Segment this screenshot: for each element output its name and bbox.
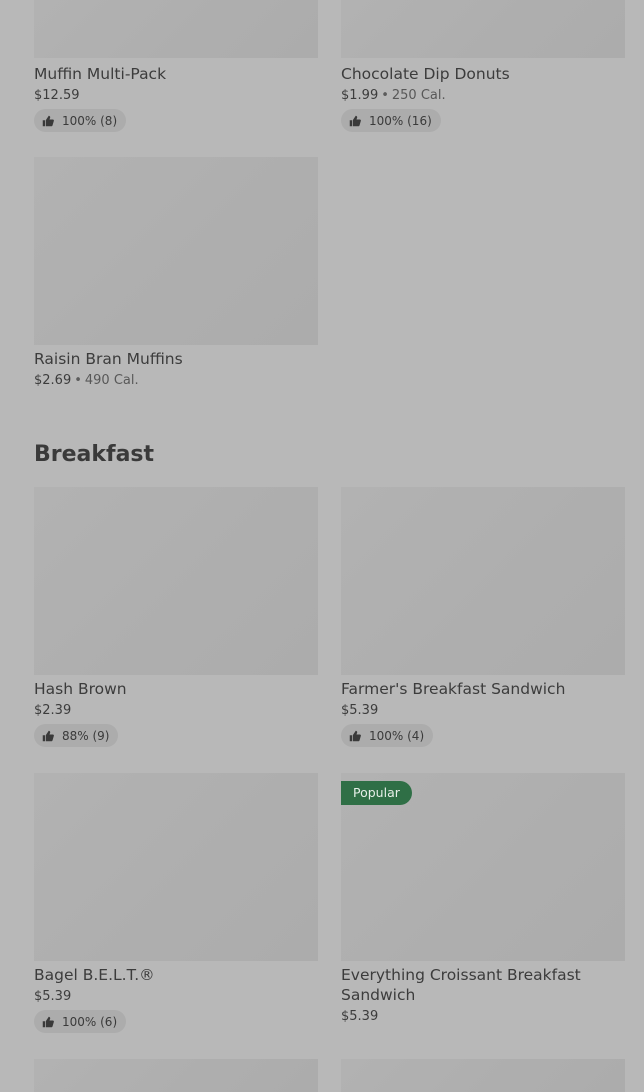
menu-item-card[interactable]: Muffin Multi-Pack $12.59 100% (8) <box>34 0 318 132</box>
item-price-line: $2.69 • 490 Cal. <box>34 372 318 390</box>
item-price: $2.39 <box>34 703 72 718</box>
separator-dot: • <box>74 373 82 388</box>
menu-item-card[interactable] <box>34 1059 318 1092</box>
menu-item-card[interactable]: Popular Everything Croissant Breakfast S… <box>341 773 625 1026</box>
item-image[interactable] <box>34 487 318 675</box>
rating-text: 88% (9) <box>62 728 110 743</box>
menu-item-card[interactable]: Chocolate Dip Donuts $1.99 • 250 Cal. 100%… <box>341 0 625 132</box>
item-name: Bagel B.E.L.T.® <box>34 966 155 984</box>
item-price-line: $12.59 <box>34 87 318 105</box>
thumbs-up-icon <box>349 730 361 741</box>
item-name: Chocolate Dip Donuts <box>341 65 510 83</box>
menu-item-card[interactable]: Bagel B.E.L.T.® $5.39 100% (6) <box>34 773 318 1033</box>
item-price-line: $5.39 <box>34 988 318 1006</box>
rating-text: 100% (6) <box>62 1014 118 1029</box>
item-name: Raisin Bran Muffins <box>34 350 183 368</box>
item-image[interactable] <box>341 487 625 675</box>
section-title-breakfast: Breakfast <box>34 442 155 467</box>
rating-badge: 100% (16) <box>341 109 441 132</box>
rating-badge: 88% (9) <box>34 724 119 747</box>
item-price-line: $2.39 <box>34 702 318 720</box>
item-name: Hash Brown <box>34 680 127 698</box>
item-image[interactable]: Popular <box>341 773 625 961</box>
menu-item-card[interactable] <box>341 1059 625 1092</box>
item-image[interactable] <box>341 0 625 58</box>
menu-item-card[interactable]: Hash Brown $2.39 88% (9) <box>34 487 318 747</box>
item-name: Muffin Multi-Pack <box>34 65 167 83</box>
rating-badge: 100% (6) <box>34 1010 127 1033</box>
rating-text: 100% (16) <box>369 113 432 128</box>
thumbs-up-icon <box>42 730 54 741</box>
item-image[interactable] <box>34 0 318 58</box>
rating-text: 100% (4) <box>369 728 425 743</box>
item-price: $1.99 <box>341 88 379 103</box>
item-image[interactable] <box>34 1059 318 1092</box>
item-image[interactable] <box>34 773 318 961</box>
item-price: $5.39 <box>341 1009 379 1024</box>
item-price-line: $1.99 • 250 Cal. <box>341 87 625 105</box>
item-price: $2.69 <box>34 373 72 388</box>
rating-text: 100% (8) <box>62 113 118 128</box>
rating-badge: 100% (4) <box>341 724 434 747</box>
item-price: $5.39 <box>341 703 379 718</box>
menu-item-card[interactable]: Farmer's Breakfast Sandwich $5.39 100% (… <box>341 487 625 747</box>
item-price: $12.59 <box>34 88 80 103</box>
item-price-line: $5.39 <box>341 1008 625 1026</box>
item-name: Everything Croissant Breakfast Sandwich <box>341 966 581 1004</box>
item-image[interactable] <box>341 1059 625 1092</box>
menu-item-card[interactable]: Raisin Bran Muffins $2.69 • 490 Cal. <box>34 157 318 390</box>
thumbs-up-icon <box>42 115 54 126</box>
separator-dot: • <box>381 88 389 103</box>
thumbs-up-icon <box>349 115 361 126</box>
item-name: Farmer's Breakfast Sandwich <box>341 680 566 698</box>
popular-badge: Popular <box>341 781 412 805</box>
item-calories: 490 Cal. <box>84 373 139 388</box>
thumbs-up-icon <box>42 1016 54 1027</box>
item-price-line: $5.39 <box>341 702 625 720</box>
rating-badge: 100% (8) <box>34 109 127 132</box>
item-image[interactable] <box>34 157 318 345</box>
item-price: $5.39 <box>34 989 72 1004</box>
item-calories: 250 Cal. <box>391 88 446 103</box>
